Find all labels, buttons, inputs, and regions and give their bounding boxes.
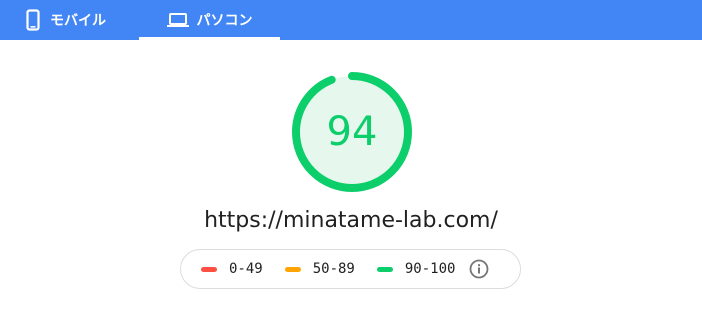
performance-score-gauge: 94 — [290, 70, 414, 194]
legend-label-average: 50-89 — [312, 261, 355, 277]
legend-swatch-average — [284, 266, 301, 272]
info-icon[interactable] — [469, 259, 489, 279]
legend-label-pass: 90-100 — [404, 261, 456, 277]
tab-mobile[interactable]: モバイル — [26, 0, 136, 40]
tab-mobile-label: モバイル — [50, 12, 106, 28]
legend-swatch-pass — [376, 266, 393, 272]
device-tab-bar: モバイル パソコン — [0, 0, 702, 40]
performance-score: 94 — [326, 109, 378, 155]
tested-url: https://minatame-lab.com/ — [204, 208, 498, 233]
legend-item-average: 50-89 — [284, 261, 355, 277]
tab-desktop[interactable]: パソコン — [139, 0, 280, 40]
legend-swatch-fail — [201, 266, 217, 272]
legend-item-pass: 90-100 — [376, 261, 456, 277]
selected-tab-indicator — [139, 37, 280, 40]
legend-label-fail: 0-49 — [229, 261, 263, 277]
tab-desktop-label: パソコン — [196, 12, 253, 28]
smartphone-icon — [26, 9, 40, 31]
legend-item-fail: 0-49 — [201, 261, 263, 277]
laptop-icon — [166, 12, 189, 28]
score-legend: 0-49 50-89 90-100 — [180, 249, 521, 289]
